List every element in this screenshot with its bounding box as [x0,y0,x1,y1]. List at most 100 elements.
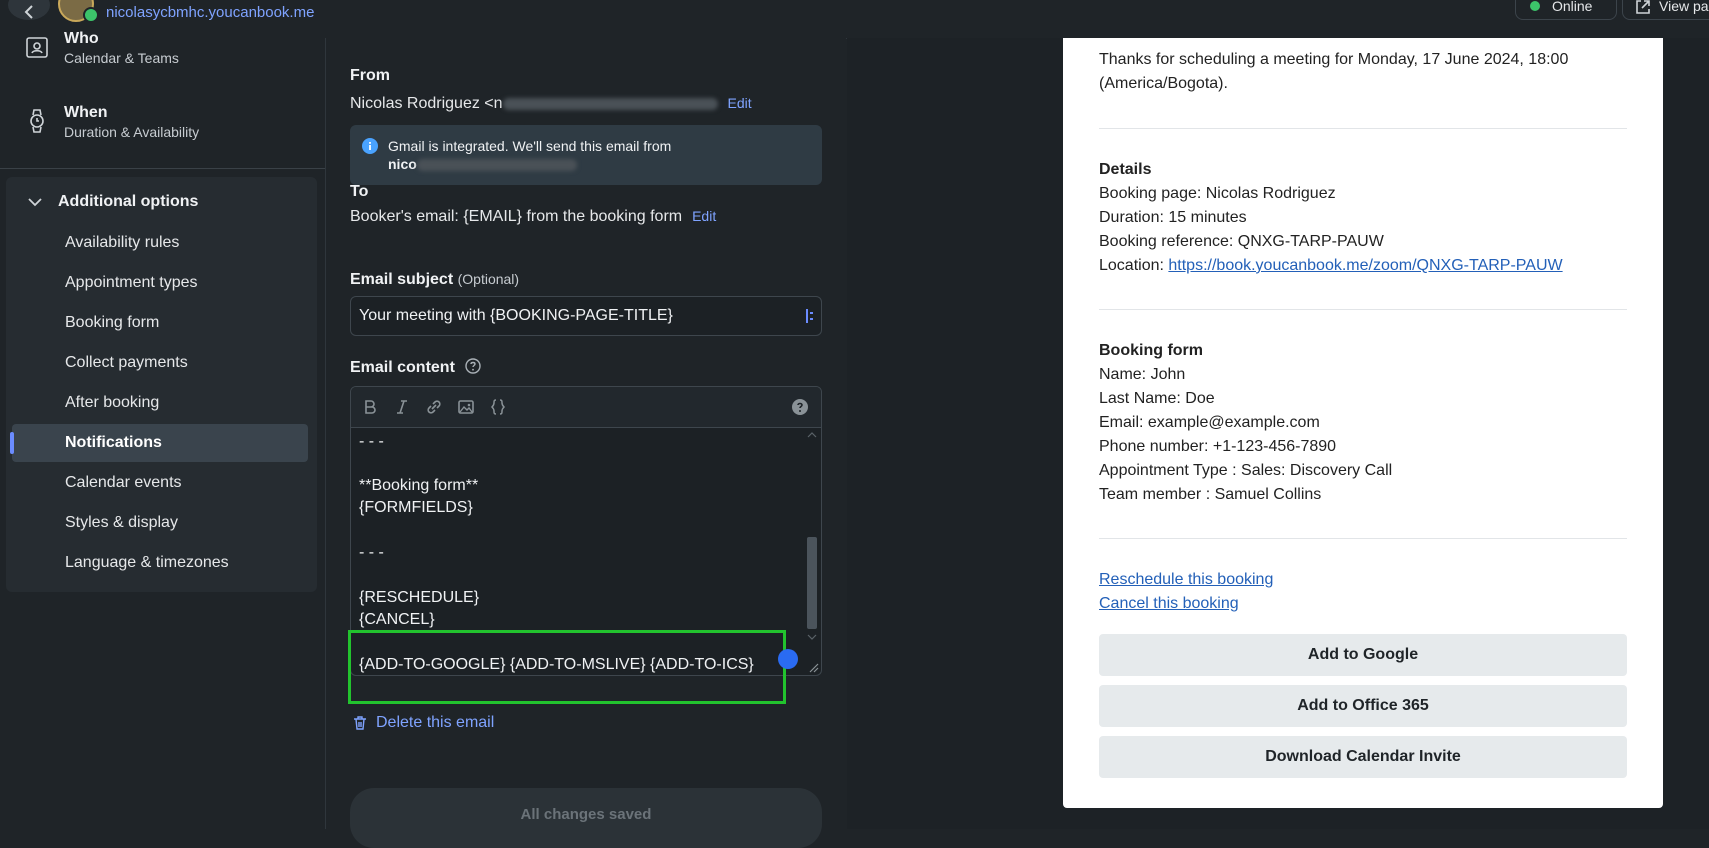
preview-location-link[interactable]: https://book.youcanbook.me/zoom/QNXG-TAR… [1168,257,1562,274]
sidebar-item-after-booking[interactable]: After booking [12,384,308,422]
sidebar-when-title: When [64,104,108,121]
sidebar-who[interactable]: Who Calendar & Teams [24,30,179,66]
to-value-row: Booker's email: {EMAIL} from the booking… [350,208,716,226]
help-icon[interactable] [465,358,482,374]
reschedule-link[interactable]: Reschedule this booking [1099,568,1273,592]
preview-duration: Duration: 15 minutes [1099,209,1247,226]
email-subject-label: Email subject (Optional) [350,271,519,289]
top-bar: nicolasycbmhc.youcanbook.me Online View … [0,0,1709,39]
gmail-info-line2: nico [388,156,417,172]
editor-toolbar [351,387,821,428]
editor-line: {RESCHEDULE} [359,589,480,606]
email-preview-card: Thanks for scheduling a meeting for Mond… [1063,38,1663,808]
trash-icon [354,716,366,730]
edit-from-link[interactable]: Edit [728,95,752,111]
online-status-dot [83,7,99,23]
delete-email-label: Delete this email [376,714,495,731]
sidebar-who-subtitle: Calendar & Teams [64,50,179,66]
preview-divider [1099,309,1627,310]
to-label: To [350,183,369,200]
preview-intro-line2: (America/Bogota). [1099,75,1228,92]
bold-icon[interactable] [361,398,379,416]
add-to-office-button[interactable]: Add to Office 365 [1099,685,1627,727]
from-label: From [350,67,390,84]
preview-divider [1099,538,1627,539]
save-status-button: All changes saved [350,788,822,848]
preview-form-field: Name: John [1099,366,1186,383]
additional-options-title: Additional options [58,193,199,210]
preview-booking-page: Booking page: Nicolas Rodriguez [1099,185,1336,202]
view-page-label: View pa [1659,0,1709,14]
from-value: Nicolas Rodriguez <n Edit [350,95,752,113]
redacted-email [502,97,718,110]
to-value: Booker's email: {EMAIL} from the booking… [350,208,683,225]
sidebar-divider [0,168,325,169]
online-dot-icon [1530,1,1540,11]
download-invite-button[interactable]: Download Calendar Invite [1099,736,1627,778]
email-subject-title: Email subject [350,271,454,288]
sidebar-when[interactable]: When Duration & Availability [24,104,199,140]
gmail-info-line1: Gmail is integrated. We'll send this ema… [388,138,672,154]
editor-line: **Booking form** [359,477,479,494]
sidebar-item-collect-payments[interactable]: Collect payments [12,344,308,382]
variable-braces-icon[interactable] [489,398,507,416]
scroll-down-arrow-icon[interactable] [807,633,817,641]
booking-page-url[interactable]: nicolasycbmhc.youcanbook.me [106,4,314,21]
view-page-button[interactable]: View pa [1622,0,1709,20]
from-name: Nicolas Rodriguez <n [350,95,503,112]
watch-icon [30,109,44,133]
email-editor-panel: From Nicolas Rodriguez <n Edit Gmail is i… [326,38,846,848]
email-content-label: Email content [350,359,455,376]
additional-options-toggle[interactable]: Additional options [28,193,198,211]
preview-location-row: Location: https://book.youcanbook.me/zoo… [1099,254,1563,278]
sidebar-item-styles-display[interactable]: Styles & display [12,504,308,542]
editor-help-icon[interactable] [791,398,809,416]
email-content-label-row: Email content [350,358,482,377]
back-button[interactable] [8,0,50,20]
italic-icon[interactable] [393,398,411,416]
redacted-sender [416,159,577,172]
editor-line: {CANCEL} [359,611,435,628]
sidebar-who-title: Who [64,30,99,47]
chevron-left-icon [24,5,33,19]
cursor-indicator-icon [778,649,798,669]
additional-options-panel: Additional options Availability rules Ap… [6,177,317,592]
preview-intro-line1: Thanks for scheduling a meeting for Mond… [1099,51,1569,68]
preview-form-title: Booking form [1099,342,1203,359]
sidebar-item-availability-rules[interactable]: Availability rules [12,224,308,262]
preview-form-field: Team member : Samuel Collins [1099,486,1322,503]
sidebar-item-booking-form[interactable]: Booking form [12,304,308,342]
preview-details-title: Details [1099,161,1152,178]
editor-line: - - - [359,433,384,450]
gmail-info-text: Gmail is integrated. We'll send this ema… [388,137,671,173]
preview-form-field: Email: example@example.com [1099,414,1320,431]
preview-form-field: Last Name: Doe [1099,390,1215,407]
save-status-label: All changes saved [520,806,652,823]
info-icon [362,138,378,154]
add-to-google-button[interactable]: Add to Google [1099,634,1627,676]
online-status-button[interactable]: Online [1515,0,1617,20]
sidebar-item-language-timezones[interactable]: Language & timezones [12,544,308,582]
preview-form-field: Appointment Type : Sales: Discovery Call [1099,462,1393,479]
sidebar-item-appointment-types[interactable]: Appointment types [12,264,308,302]
scroll-up-arrow-icon[interactable] [807,431,817,439]
resize-handle-icon[interactable] [807,661,819,673]
variable-picker-icon[interactable] [805,308,815,324]
edit-to-link[interactable]: Edit [692,208,716,224]
image-icon[interactable] [457,398,475,416]
preview-form-field: Phone number: +1-123-456-7890 [1099,438,1337,455]
editor-scrollbar-thumb[interactable] [807,537,817,629]
optional-tag: (Optional) [457,271,520,287]
email-subject-input[interactable]: Your meeting with {BOOKING-PAGE-TITLE} [350,296,822,336]
external-link-icon [1636,0,1650,14]
chevron-down-icon [28,198,42,207]
delete-email-link[interactable]: Delete this email [352,714,494,732]
sidebar-item-notifications[interactable]: Notifications [10,424,308,462]
link-icon[interactable] [425,398,443,416]
sidebar-item-calendar-events[interactable]: Calendar events [12,464,308,502]
contact-card-icon [26,37,48,58]
cancel-link[interactable]: Cancel this booking [1099,592,1239,616]
preview-divider [1099,128,1627,129]
highlight-box [348,630,786,704]
preview-booking-reference: Booking reference: QNXG-TARP-PAUW [1099,233,1384,250]
